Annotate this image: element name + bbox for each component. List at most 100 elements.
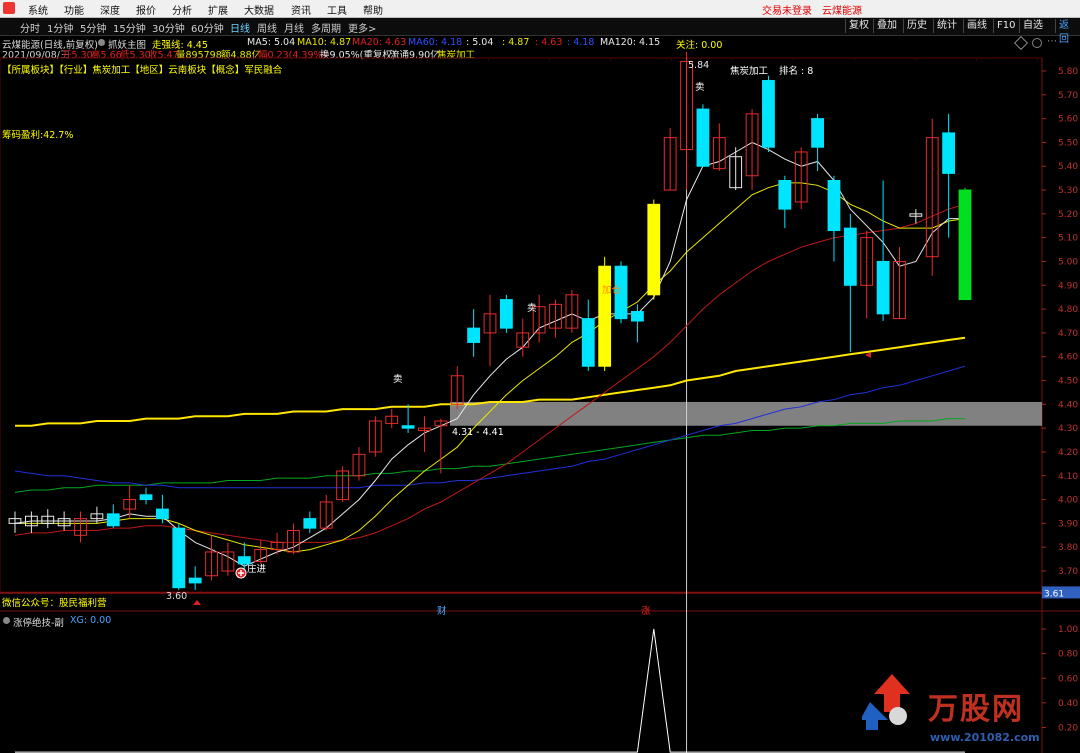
menu-item-9[interactable]: 帮助: [363, 2, 383, 17]
period-tab-0[interactable]: 分时: [20, 20, 40, 35]
period-tab-5[interactable]: 60分钟: [191, 20, 224, 35]
candlestick-chart[interactable]: 3.70 3.80 3.90 4.00 4.10 4.20 4.30 4.40 4.50 4.60…: [0, 35, 1080, 753]
sub-series-line: [15, 628, 965, 753]
y-tick-label-20: 5.70: [1058, 91, 1078, 101]
toolbar-button-6[interactable]: 自选: [1019, 19, 1046, 33]
candle-body-28: [467, 327, 481, 343]
y-tick-label-6: 4.30: [1058, 424, 1078, 434]
y-tick-label-7: 4.40: [1058, 400, 1078, 410]
period-tab-10[interactable]: 更多>: [348, 20, 376, 35]
candle-body-50: [827, 180, 841, 232]
candle-body-11: [188, 577, 202, 584]
candle-body-10: [172, 527, 186, 589]
y-tick-label-15: 5.20: [1058, 210, 1078, 220]
sub-y-tick-label-4: 1.00: [1058, 625, 1078, 635]
y-tick-label-18: 5.50: [1058, 138, 1078, 148]
toolbar-button-7[interactable]: 返回: [1055, 19, 1080, 45]
menu-item-2[interactable]: 深度: [100, 2, 120, 17]
candle-body-6: [106, 513, 120, 527]
menu-item-7[interactable]: 资讯: [291, 2, 311, 17]
app-logo-icon: [3, 2, 15, 14]
sub-y-tick-label-3: 0.80: [1058, 650, 1078, 660]
y-tick-label-21: 5.80: [1058, 67, 1078, 77]
toolbar-button-5[interactable]: F10: [993, 19, 1018, 33]
series-line-ma10: [15, 182, 966, 553]
toolbar-button-4[interactable]: 画线: [963, 19, 990, 33]
y-tick-label-9: 4.60: [1058, 353, 1078, 363]
sector-annotation: 焦炭加工: [730, 66, 769, 77]
y-tick-label-4: 4.10: [1058, 472, 1078, 482]
period-tab-9[interactable]: 多周期: [311, 20, 341, 35]
buy-mark: 加仓: [602, 285, 622, 296]
y-tick-label-19: 5.60: [1058, 115, 1078, 125]
candle-body-39: [647, 203, 661, 296]
period-tab-2[interactable]: 5分钟: [80, 20, 106, 35]
period-tab-4[interactable]: 30分钟: [152, 20, 185, 35]
y-tick-label-5: 4.20: [1058, 448, 1078, 458]
menu-item-3[interactable]: 报价: [136, 2, 156, 17]
wechat-label: 微信公众号：股民福利营: [2, 598, 107, 609]
candle-body-53: [876, 260, 890, 315]
candle-body-30: [499, 299, 513, 329]
menu-bar: 系统 功能 深度 报价 分析 扩展 大数据 资讯 工具 帮助 交易未登录 云煤能源: [0, 0, 1080, 18]
y-tick-label-12: 4.90: [1058, 281, 1078, 291]
support-band: [450, 401, 1042, 426]
candle-body-58: [958, 189, 972, 301]
candle-body-9: [156, 508, 169, 520]
y-tick-label-17: 5.40: [1058, 162, 1078, 172]
period-tab-7[interactable]: 周线: [257, 20, 277, 35]
menu-item-6[interactable]: 大数据: [244, 2, 274, 17]
period-tab-8[interactable]: 月线: [284, 20, 304, 35]
y-tick-label-16: 5.30: [1058, 186, 1078, 196]
sub-y-tick-label-2: 0.60: [1058, 674, 1078, 684]
candle-body-18: [303, 518, 317, 529]
menu-item-4[interactable]: 分析: [172, 2, 192, 17]
y-tick-label-14: 5.10: [1058, 234, 1078, 244]
menu-item-8[interactable]: 工具: [327, 2, 347, 17]
candle-body-47: [778, 180, 792, 210]
y-tick-label-3: 4.00: [1058, 496, 1078, 506]
y-tick-label-1: 3.80: [1058, 543, 1078, 553]
sell-signal-3: 卖: [695, 82, 705, 93]
sub-y-tick-label-0: 0.20: [1058, 724, 1078, 734]
y-tick-label-10: 4.70: [1058, 329, 1078, 339]
candle-body-49: [811, 118, 824, 148]
sell-signal-2: 卖: [527, 303, 537, 314]
candle-body-51: [843, 227, 857, 286]
candle-body-35: [581, 318, 595, 367]
up-arrow-icon: [193, 600, 201, 605]
menu-item-1[interactable]: 功能: [64, 2, 84, 17]
stock-name-title: 云煤能源: [822, 6, 862, 17]
y-tick-label-0: 3.70: [1058, 567, 1078, 577]
zhuang-label: 庄进: [247, 564, 267, 575]
sub-indicator-title[interactable]: 涨停绝技-副: [13, 615, 64, 629]
y-tick-label-2: 3.90: [1058, 519, 1078, 529]
candle-body-8: [139, 494, 153, 501]
toolbar-button-3[interactable]: 统计: [933, 19, 960, 33]
toolbar-button-2[interactable]: 历史: [903, 19, 930, 33]
toolbar-button-1[interactable]: 叠加: [873, 19, 900, 33]
period-tab-6[interactable]: 日线: [230, 20, 250, 35]
menu-item-0[interactable]: 系统: [28, 2, 48, 17]
watermark-url: www.201082.com: [930, 731, 1040, 744]
period-toolbar: 分时 1分钟 5分钟 15分钟 30分钟 60分钟 日线 周线 月线 多周期 更多> 复权 叠加 历史 统计…: [0, 18, 1080, 45]
sell-signal-1: 卖: [393, 374, 403, 385]
band-range-label: 4.31 - 4.41: [452, 427, 504, 438]
candle-body-46: [762, 80, 775, 148]
y-tick-label-13: 5.00: [1058, 257, 1078, 267]
y-tick-label-8: 4.50: [1058, 377, 1078, 387]
peak-price-label: 5.84: [688, 60, 710, 71]
zhang-marker[interactable]: 涨: [641, 603, 651, 617]
low-price-label: 3.60: [166, 591, 188, 602]
cai-marker[interactable]: 财: [437, 603, 447, 617]
toolbar-button-0[interactable]: 复权: [845, 19, 872, 33]
candle-body-57: [942, 132, 956, 174]
period-tab-3[interactable]: 15分钟: [113, 20, 146, 35]
series-line-ma20: [14, 203, 966, 543]
menu-item-5[interactable]: 扩展: [208, 2, 228, 17]
sub-indicator-gear-icon[interactable]: [3, 617, 10, 624]
period-tab-1[interactable]: 1分钟: [47, 20, 73, 35]
watermark-logo-icon: [860, 672, 922, 732]
login-status[interactable]: 交易未登录: [762, 2, 812, 17]
candle-body-24: [401, 425, 415, 429]
